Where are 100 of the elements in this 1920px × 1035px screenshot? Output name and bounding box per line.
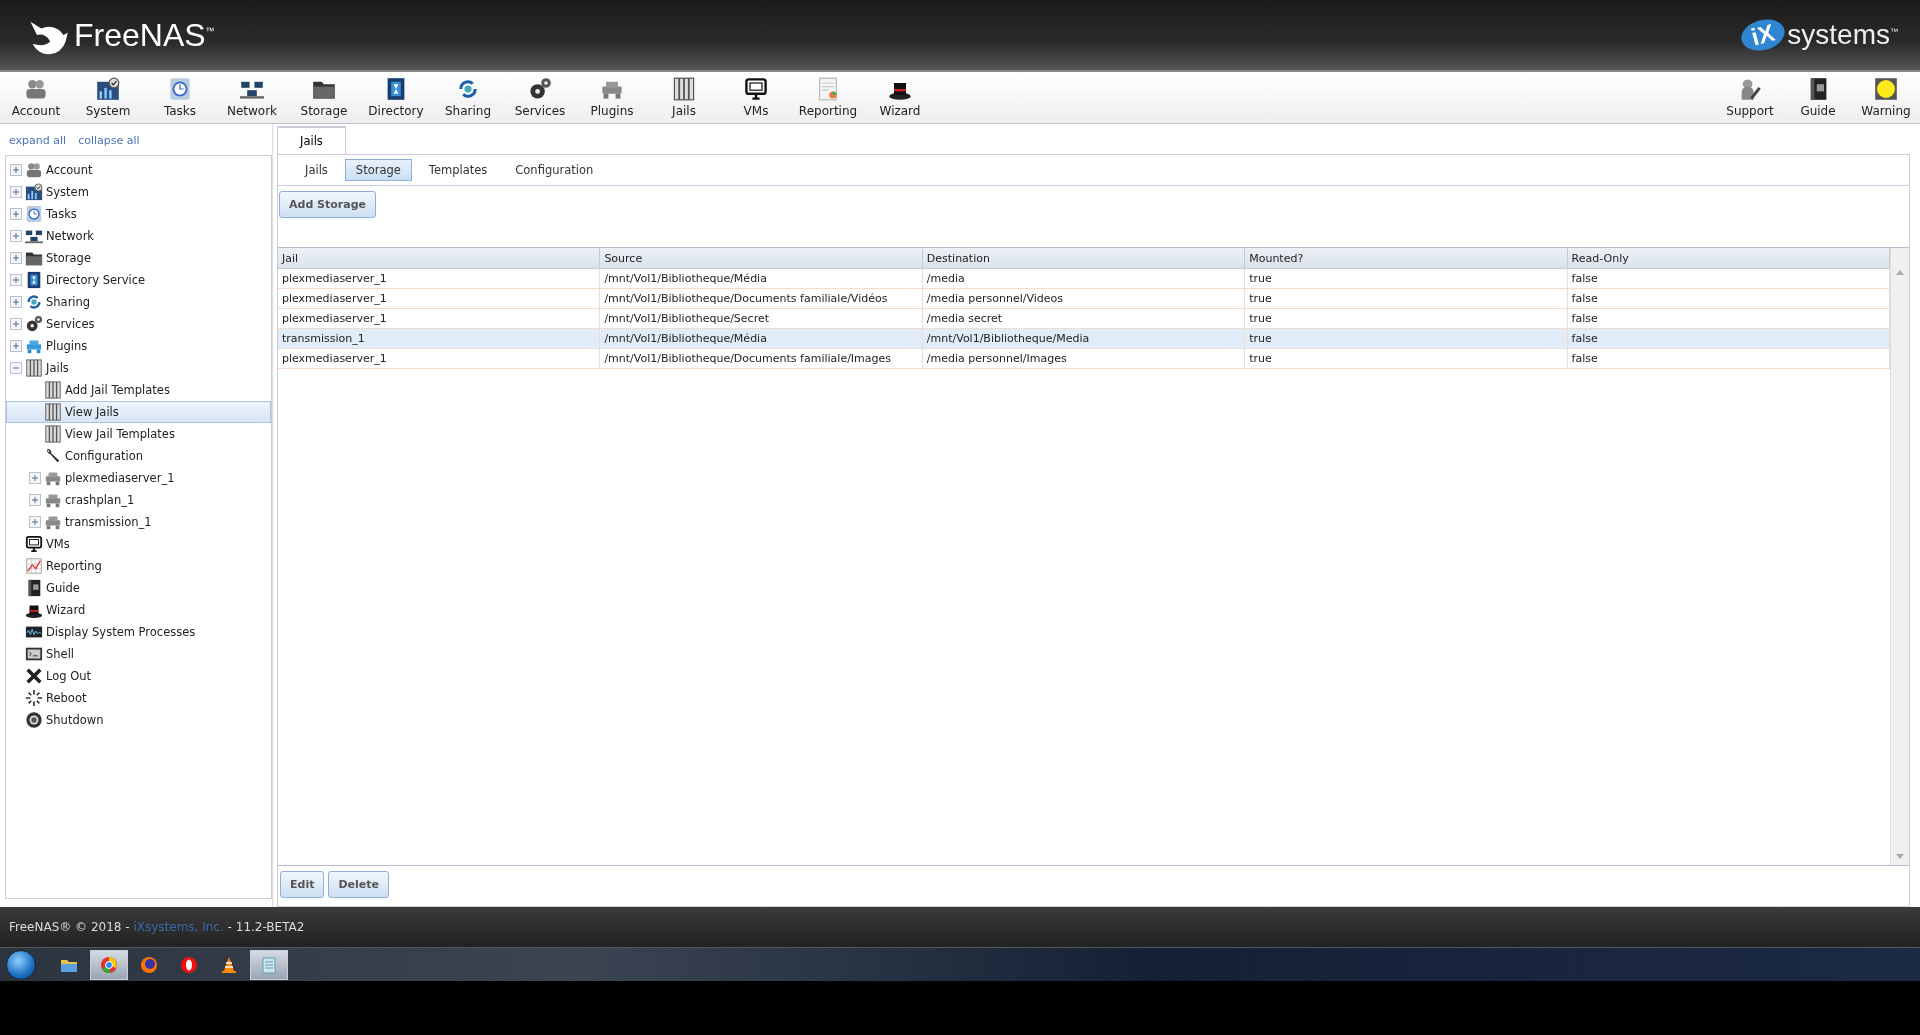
tree-item[interactable]: Tasks [6,203,271,225]
tree-item[interactable]: Reboot [6,687,271,709]
tree-item[interactable]: Wizard [6,599,271,621]
subtab[interactable]: Storage [344,159,412,181]
table-cell: /media [922,269,1246,289]
gears-icon [528,77,552,101]
columns-icon [25,359,43,377]
column-header[interactable]: Destination [922,248,1246,269]
toolbar-button[interactable]: Guide [1784,72,1852,123]
toolbar-button[interactable]: Directory [360,72,432,123]
tree-item[interactable]: Directory Service [6,269,271,291]
column-header[interactable]: Mounted? [1245,248,1568,269]
expand-icon[interactable] [29,472,41,484]
column-header[interactable]: Source [600,248,923,269]
tree-item[interactable]: View Jail Templates [6,423,271,445]
users-icon [25,161,43,179]
scroll-up-icon[interactable] [1896,270,1904,275]
toolbar-button[interactable]: Support [1716,72,1784,123]
tree-item[interactable]: Storage [6,247,271,269]
subtab[interactable]: Templates [417,159,499,181]
column-header[interactable]: Read-Only [1567,248,1890,269]
tree-item[interactable]: VMs [6,533,271,555]
toolbar-button[interactable]: System [72,72,144,123]
tree-link[interactable]: collapse all [78,134,140,147]
expand-icon[interactable] [10,274,22,286]
toolbar-button[interactable]: Account [0,72,72,123]
table-row[interactable]: plexmediaserver_1 /mnt/Vol1/Bibliotheque/Média /media true false [278,269,1890,289]
toolbar-button[interactable]: VMs [720,72,792,123]
tree-item[interactable]: transmission_1 [6,511,271,533]
line-chart-icon [25,557,43,575]
toolbar-button[interactable]: Services [504,72,576,123]
action-button[interactable]: Delete [328,871,389,898]
tree-item[interactable]: Sharing [6,291,271,313]
table-cell: /media personnel/Videos [922,289,1246,309]
tree-item[interactable]: crashplan_1 [6,489,271,511]
toolbar-button[interactable]: Storage [288,72,360,123]
table-row[interactable]: plexmediaserver_1 /mnt/Vol1/Bibliotheque/Documents familiale/Vidéos /media personnel/Videos true false [278,289,1890,309]
tree-item[interactable]: Log Out [6,665,271,687]
tree-item[interactable]: Add Jail Templates [6,379,271,401]
toolbar-button[interactable]: Wizard [864,72,936,123]
monitor-icon [744,77,768,101]
start-button[interactable] [6,949,36,980]
tree-item[interactable]: System [6,181,271,203]
toolbar-button[interactable]: Reporting [792,72,864,123]
table-cell: /mnt/Vol1/Bibliotheque/Documents familiale/Images [600,349,923,369]
tree-item[interactable]: plexmediaserver_1 [6,467,271,489]
expand-icon[interactable] [10,208,22,220]
expand-icon[interactable] [10,164,22,176]
columns-icon [672,77,696,101]
expand-icon[interactable] [10,252,22,264]
sync-icon [25,293,43,311]
tree-item[interactable]: Plugins [6,335,271,357]
tree-item[interactable]: Guide [6,577,271,599]
columns-icon [44,425,62,443]
tree-item[interactable]: View Jails [6,401,271,423]
table-cell: true [1245,329,1568,349]
table-row[interactable]: transmission_1 /mnt/Vol1/Bibliotheque/Média /mnt/Vol1/Bibliotheque/Media true false [278,329,1890,349]
tree-item[interactable]: Configuration [6,445,271,467]
expand-icon[interactable] [29,516,41,528]
expand-icon[interactable] [10,296,22,308]
tab[interactable]: Jails [277,126,346,154]
toolbar-button[interactable]: Jails [648,72,720,123]
tree-item[interactable]: Shutdown [6,709,271,731]
footer-text: FreeNAS® © 2018 - iXsystems, Inc. - 11.2-BETA2 [9,920,305,934]
toolbar-button[interactable]: Tasks [144,72,216,123]
scrollbar[interactable] [1890,248,1909,865]
tree-item[interactable]: Network [6,225,271,247]
toolbar-button[interactable]: Network [216,72,288,123]
toolbar-button[interactable]: Warning [1852,72,1920,123]
expand-icon[interactable] [10,186,22,198]
expand-icon[interactable] [10,318,22,330]
add-storage-button[interactable]: Add Storage [279,191,376,218]
tree-link[interactable]: expand all [9,134,67,147]
expand-icon[interactable] [10,340,22,352]
monitor-icon [25,535,43,553]
logo-text: FreeNAS$^{™}$ [74,16,215,54]
table-cell: false [1567,349,1890,369]
tree-item[interactable]: Jails [6,357,271,379]
cross-icon [25,667,43,685]
table-row[interactable]: plexmediaserver_1 /mnt/Vol1/Bibliotheque/Documents familiale/Images /media personnel/Images true false [278,349,1890,369]
tree-item[interactable]: Display System Processes [6,621,271,643]
tree-item[interactable]: Account [6,159,271,181]
action-button[interactable]: Edit [280,871,325,898]
column-header[interactable]: Jail [278,248,601,269]
taskbar-button[interactable] [250,949,288,980]
scroll-down-icon[interactable] [1896,854,1904,859]
notepad-icon [259,954,279,975]
subtab[interactable]: Jails [294,159,339,181]
subtab[interactable]: Configuration [504,159,605,181]
tree-item[interactable]: Shell [6,643,271,665]
tree-item[interactable]: Services [6,313,271,335]
taskbar-button[interactable] [90,949,128,980]
columns-icon [44,403,62,421]
tree-item[interactable]: Reporting [6,555,271,577]
expand-icon[interactable] [29,494,41,506]
toolbar-button[interactable]: Plugins [576,72,648,123]
expand-icon[interactable] [10,230,22,242]
toolbar-button[interactable]: Sharing [432,72,504,123]
collapse-icon[interactable] [10,362,22,374]
brand-text: systems$^{™}$ [1787,19,1898,51]
